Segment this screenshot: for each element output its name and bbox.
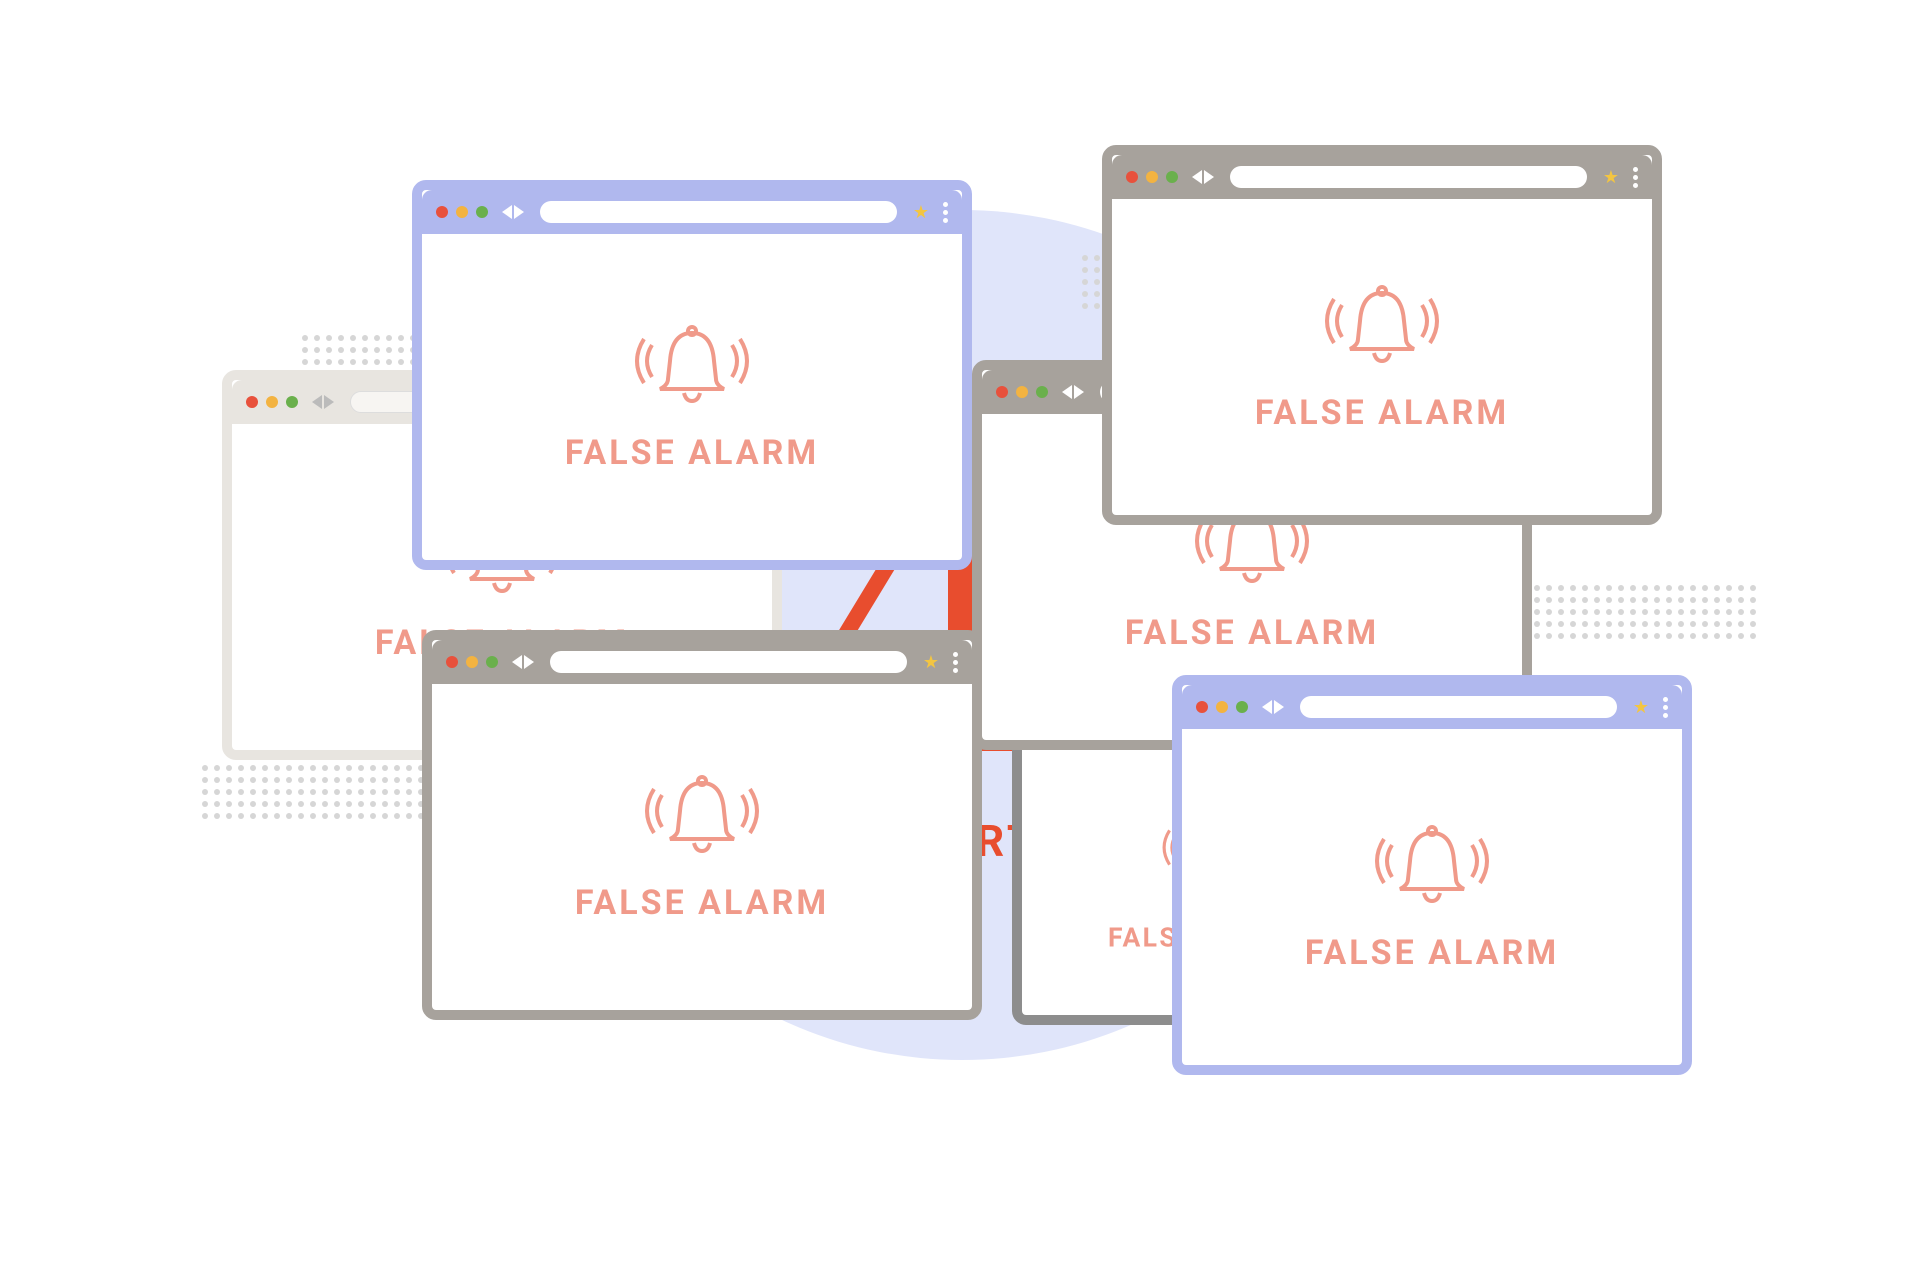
traffic-lights	[446, 656, 498, 668]
browser-content: FALSE ALARM	[432, 684, 972, 1010]
maximize-icon	[286, 396, 298, 408]
forward-icon	[324, 395, 334, 409]
dot-grid	[202, 765, 436, 819]
back-icon	[1262, 700, 1272, 714]
forward-icon	[1204, 170, 1214, 184]
star-icon: ★	[1633, 697, 1649, 718]
nav-arrows	[1192, 170, 1214, 184]
minimize-icon	[456, 206, 468, 218]
browser-window: ★ FALSE ALARM	[1172, 675, 1692, 1075]
browser-content: FALSE ALARM	[1112, 199, 1652, 515]
back-icon	[1192, 170, 1202, 184]
browser-window: ★ FALSE ALARM	[422, 630, 982, 1020]
back-icon	[502, 205, 512, 219]
browser-content: FALSE ALARM	[422, 234, 962, 560]
menu-icon	[953, 652, 958, 673]
back-icon	[1062, 385, 1072, 399]
url-bar	[1230, 166, 1587, 188]
nav-arrows	[502, 205, 524, 219]
maximize-icon	[476, 206, 488, 218]
bell-ringing-icon	[1372, 821, 1492, 915]
traffic-lights	[1196, 701, 1248, 713]
false-alarm-label: FALSE ALARM	[1255, 393, 1509, 433]
browser-window: ★ FALSE ALARM	[1102, 145, 1662, 525]
close-icon	[1126, 171, 1138, 183]
menu-icon	[1663, 697, 1668, 718]
close-icon	[996, 386, 1008, 398]
menu-icon	[943, 202, 948, 223]
star-icon: ★	[1603, 167, 1619, 188]
nav-arrows	[312, 395, 334, 409]
minimize-icon	[1146, 171, 1158, 183]
browser-titlebar: ★	[1182, 685, 1682, 729]
forward-icon	[1074, 385, 1084, 399]
browser-window: ★ FALSE ALARM	[412, 180, 972, 570]
close-icon	[446, 656, 458, 668]
back-icon	[312, 395, 322, 409]
traffic-lights	[996, 386, 1048, 398]
browser-titlebar: ★	[422, 190, 962, 234]
traffic-lights	[436, 206, 488, 218]
nav-arrows	[1062, 385, 1084, 399]
url-bar	[550, 651, 907, 673]
browser-titlebar: ★	[1112, 155, 1652, 199]
forward-icon	[1274, 700, 1284, 714]
traffic-lights	[1126, 171, 1178, 183]
url-bar	[1300, 696, 1617, 718]
bell-ringing-icon	[632, 321, 752, 415]
maximize-icon	[1166, 171, 1178, 183]
nav-arrows	[1262, 700, 1284, 714]
minimize-icon	[466, 656, 478, 668]
browser-content: FALSE ALARM	[1182, 729, 1682, 1065]
illustration-stage: ALERT ★	[212, 135, 1712, 1135]
back-icon	[512, 655, 522, 669]
traffic-lights	[246, 396, 298, 408]
maximize-icon	[486, 656, 498, 668]
browser-titlebar: ★	[432, 640, 972, 684]
minimize-icon	[266, 396, 278, 408]
maximize-icon	[1236, 701, 1248, 713]
minimize-icon	[1216, 701, 1228, 713]
bell-ringing-icon	[642, 771, 762, 865]
menu-icon	[1633, 167, 1638, 188]
forward-icon	[514, 205, 524, 219]
nav-arrows	[512, 655, 534, 669]
false-alarm-label: FALSE ALARM	[1125, 613, 1379, 653]
bell-ringing-icon	[1322, 281, 1442, 375]
maximize-icon	[1036, 386, 1048, 398]
false-alarm-label: FALSE ALARM	[575, 883, 829, 923]
forward-icon	[524, 655, 534, 669]
close-icon	[1196, 701, 1208, 713]
false-alarm-label: FALSE ALARM	[1305, 933, 1559, 973]
close-icon	[436, 206, 448, 218]
star-icon: ★	[913, 202, 929, 223]
false-alarm-label: FALSE ALARM	[565, 433, 819, 473]
star-icon: ★	[923, 652, 939, 673]
dot-grid	[1522, 585, 1756, 639]
close-icon	[246, 396, 258, 408]
minimize-icon	[1016, 386, 1028, 398]
url-bar	[540, 201, 897, 223]
